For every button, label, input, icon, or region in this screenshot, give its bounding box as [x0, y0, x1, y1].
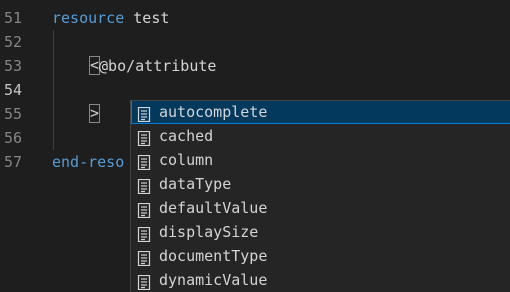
property-icon	[137, 129, 151, 147]
autocomplete-suggest-widget[interactable]: autocomplete cached column dataType defaultV…	[130, 100, 510, 292]
indent-guide	[53, 30, 54, 150]
suggest-item-label: defaultValue	[159, 199, 268, 217]
property-icon	[137, 105, 151, 123]
suggest-item-label: displaySize	[159, 223, 259, 241]
property-icon	[137, 225, 151, 243]
property-icon	[137, 249, 151, 267]
line-number-active: 54	[3, 81, 22, 99]
code-line-51[interactable]: resource test	[52, 6, 169, 30]
suggest-item-label: column	[159, 151, 214, 169]
code-line-57[interactable]: end-reso	[52, 150, 124, 174]
line-number: 53	[3, 57, 22, 75]
line-number: 51	[3, 9, 22, 27]
suggest-item[interactable]: dataType	[131, 172, 510, 196]
keyword-resource: resource	[52, 9, 125, 27]
property-icon	[137, 201, 151, 219]
suggest-item[interactable]: displaySize	[131, 220, 510, 244]
line-number: 56	[3, 129, 22, 147]
resource-name: test	[124, 9, 170, 27]
suggest-item[interactable]: cached	[131, 124, 510, 148]
bracket-close: >	[88, 104, 101, 123]
line-number: 57	[3, 153, 22, 171]
bracket-open: <	[88, 56, 101, 75]
suggest-item-label: autocomplete	[159, 103, 268, 121]
suggest-item[interactable]: dynamicValue	[131, 268, 510, 292]
property-icon	[137, 273, 151, 291]
suggest-item-label: dataType	[159, 175, 232, 193]
suggest-item-label: cached	[159, 127, 214, 145]
line-number: 55	[3, 105, 22, 123]
suggest-item[interactable]: documentType	[131, 244, 510, 268]
suggest-item[interactable]: defaultValue	[131, 196, 510, 220]
line-number: 52	[3, 33, 22, 51]
suggest-item-label: documentType	[159, 247, 268, 265]
suggest-item[interactable]: column	[131, 148, 510, 172]
code-line-55[interactable]: >	[88, 102, 101, 126]
property-icon	[137, 177, 151, 195]
suggest-item-selected[interactable]: autocomplete	[131, 101, 510, 124]
suggest-item-label: dynamicValue	[159, 271, 268, 289]
code-line-53[interactable]: <@bo/attribute	[88, 54, 217, 78]
tag-text: @bo/attribute	[99, 57, 217, 75]
property-icon	[137, 153, 151, 171]
